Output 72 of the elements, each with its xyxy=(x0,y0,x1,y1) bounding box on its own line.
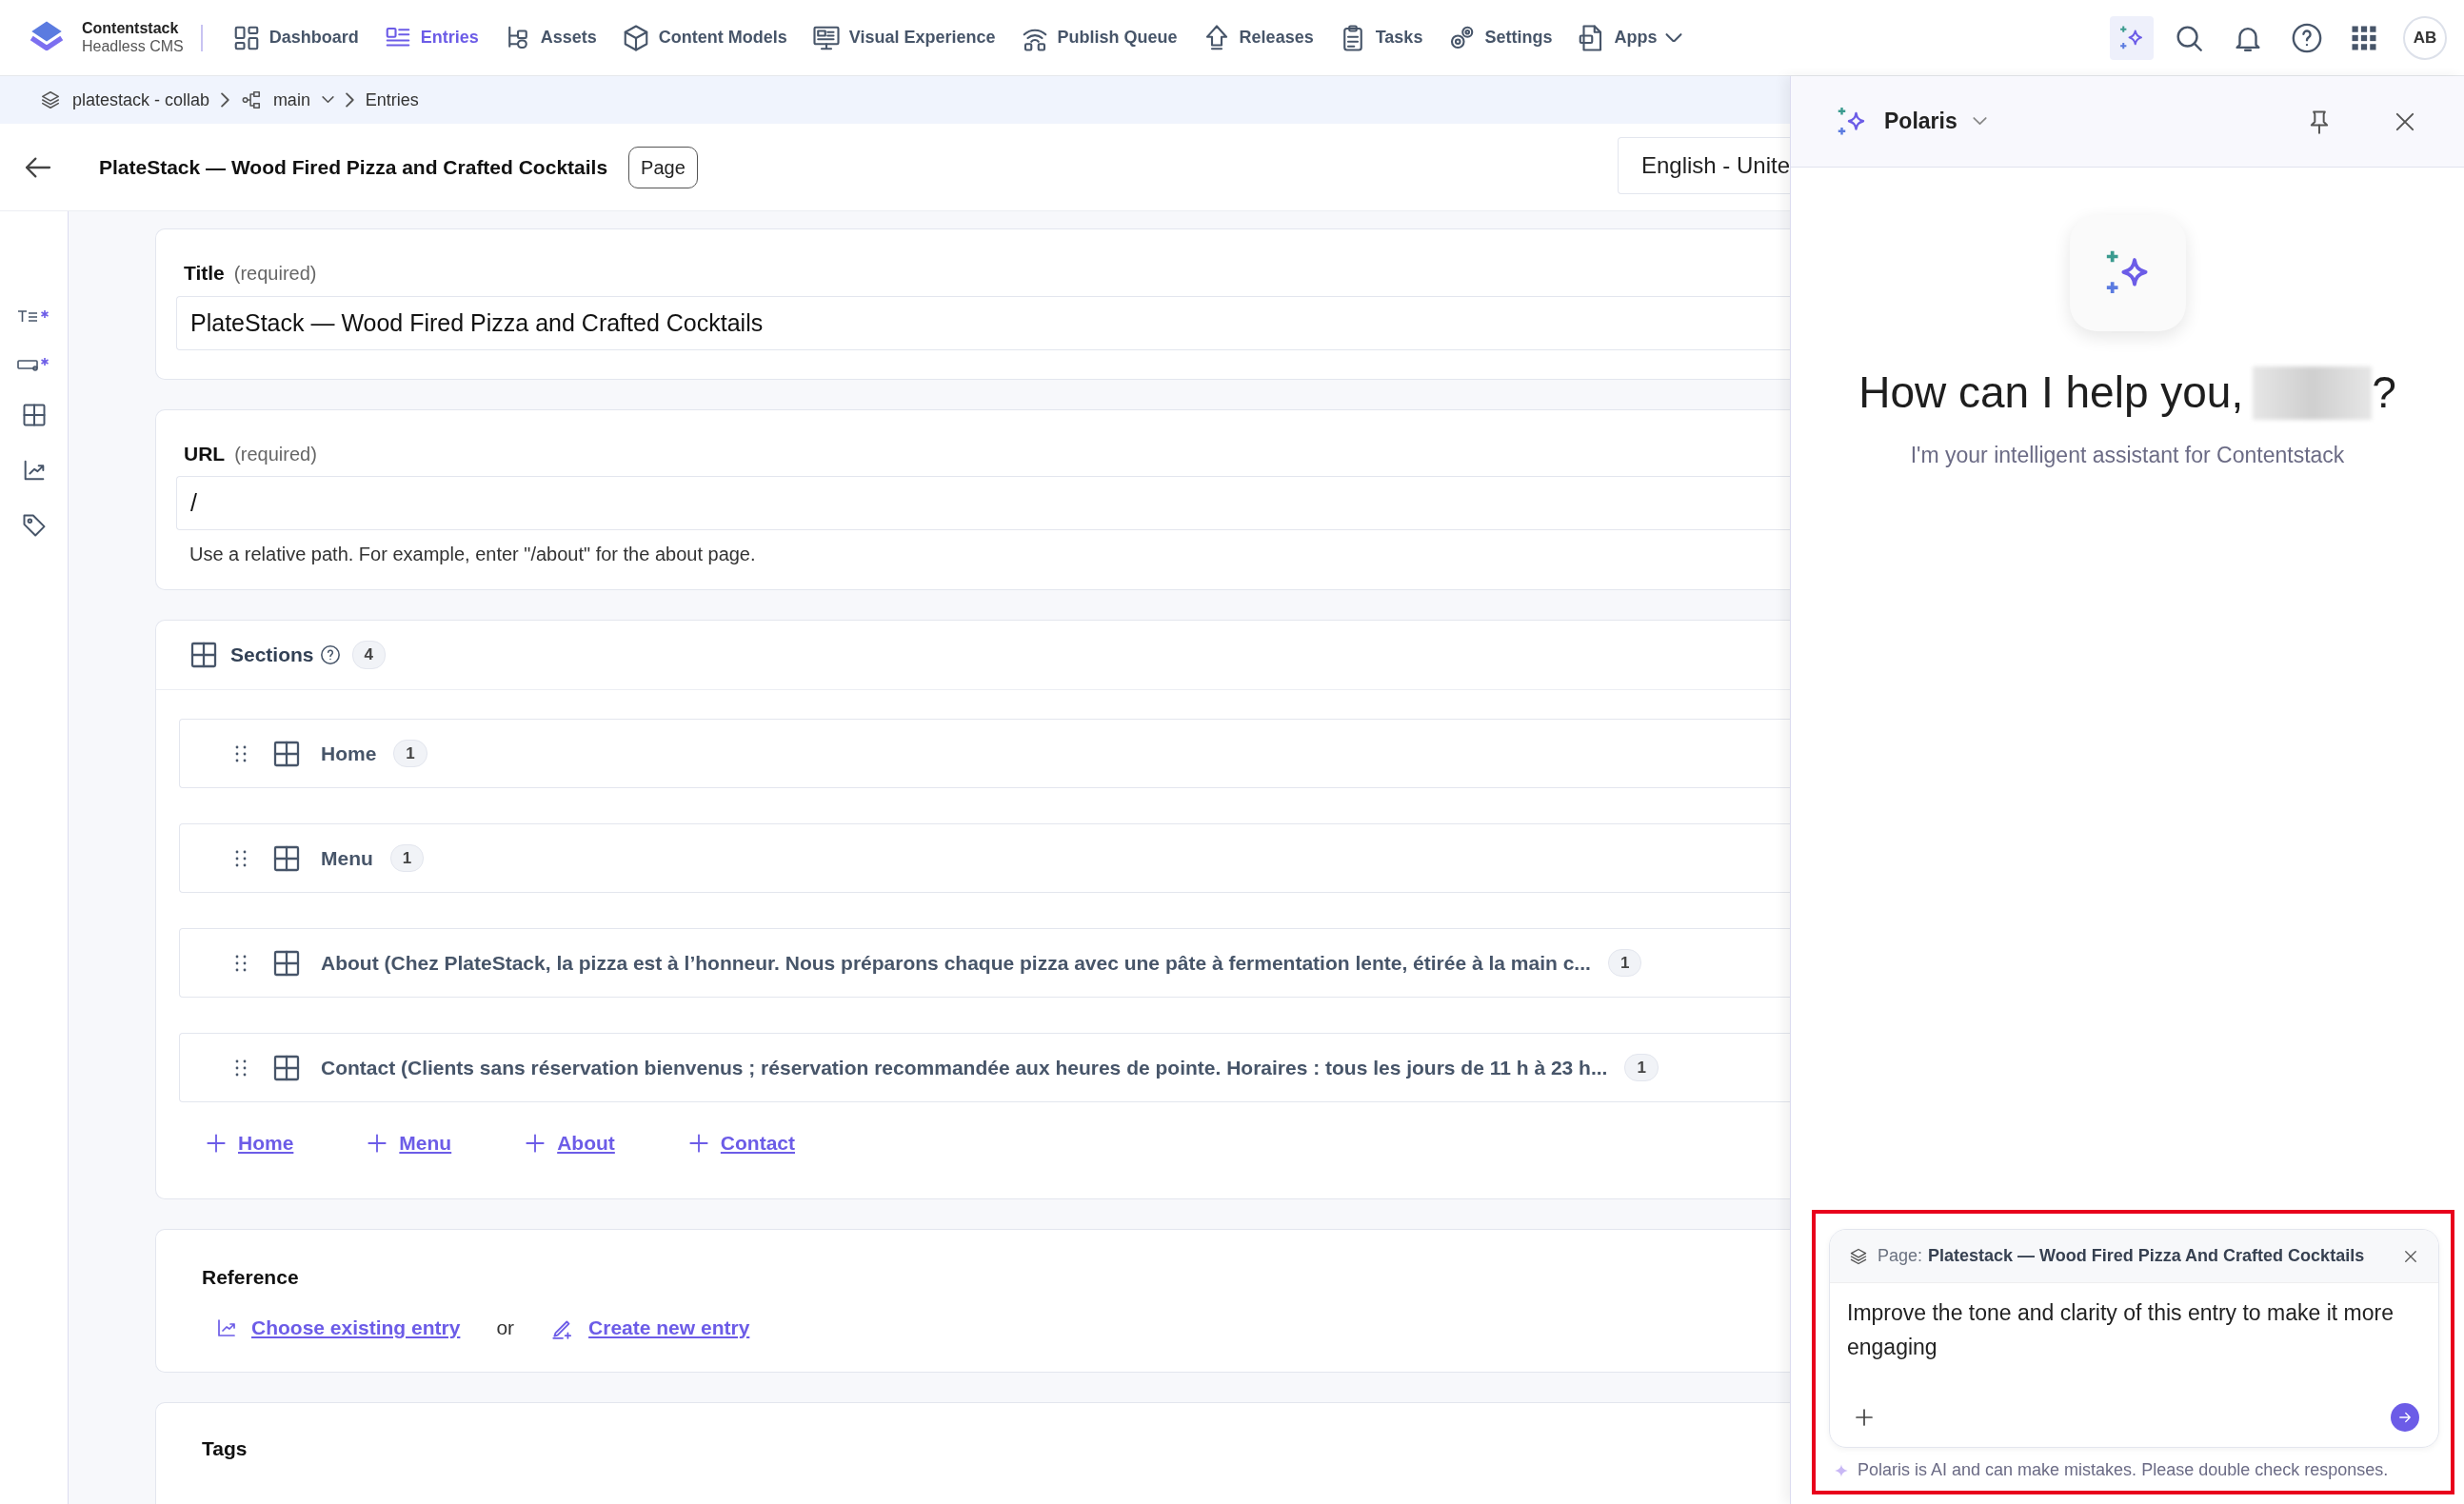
app-name: Contentstack xyxy=(82,20,180,38)
input-field[interactable]: / xyxy=(176,476,1790,530)
content-type-tag: Page xyxy=(628,146,698,188)
field-label: Tags xyxy=(202,1435,248,1461)
chevron-down-icon xyxy=(1665,32,1683,43)
required-note: (required) xyxy=(234,443,317,465)
breadcrumb-item[interactable]: platestack - collab xyxy=(72,87,210,113)
add-section-link[interactable]: About xyxy=(523,1128,615,1158)
assistant-button[interactable] xyxy=(2110,15,2154,60)
nav-tab[interactable]: Content Models xyxy=(608,15,800,60)
field-label: URL xyxy=(184,442,226,465)
nav-tab[interactable]: Entries xyxy=(370,15,491,60)
nav-tab[interactable]: Apps xyxy=(1564,15,1696,60)
count-badge: 1 xyxy=(1624,1053,1659,1082)
count-badge: 1 xyxy=(393,739,427,768)
nav-tab[interactable]: Assets xyxy=(490,15,609,60)
section-row[interactable]: Home 1 xyxy=(179,719,1790,788)
chevron-right-icon xyxy=(221,92,229,108)
chevron-down-icon xyxy=(1972,117,1987,126)
section-row[interactable]: About (Chez PlateStack, la pizza est à l’honneur. Nous préparons chaque pizza avec une pâte à fermentation lente, étirée à la main c... 1 xyxy=(179,928,1790,998)
plus-icon xyxy=(1853,1406,1876,1429)
help-text: Use a relative path. For example, enter "/about" for the about page. xyxy=(189,543,757,566)
breadcrumb-item[interactable]: Entries xyxy=(365,87,419,113)
section-label: Sections xyxy=(230,643,314,668)
nav-tab[interactable]: Tasks xyxy=(1325,15,1436,60)
create-entry-link[interactable]: Create new entry xyxy=(550,1313,750,1343)
nav-tab[interactable]: Releases xyxy=(1189,15,1326,60)
section-title: Contact (Clients sans réservation bienvenus ; réservation recommandée aux heures de pointe. Horaires : tous les jours de 11 h à 23 h... xyxy=(321,1055,1608,1080)
user-avatar[interactable]: AB xyxy=(2403,15,2447,60)
prompt-composer[interactable]: Page: Platestack — Wood Fired Pizza And Crafted Cocktails Improve the tone and clarity of this entry to make it more engaging xyxy=(1829,1229,2439,1448)
assistant-subtitle: I'm your intelligent assistant for Contentstack xyxy=(1909,442,2346,469)
app-subtitle: Headless CMS xyxy=(82,37,184,55)
field-label: Title xyxy=(184,262,225,284)
required-note: (required) xyxy=(233,263,317,284)
greeting-text: How can I help you, xyxy=(1858,366,2244,419)
count-badge: 1 xyxy=(1607,948,1642,978)
section-title: Menu xyxy=(321,845,373,871)
add-section-link[interactable]: Home xyxy=(204,1128,294,1158)
layers-icon xyxy=(40,89,61,110)
section-title: Home xyxy=(321,741,377,766)
add-section-link[interactable]: Contact xyxy=(686,1128,795,1158)
count-badge: 1 xyxy=(389,843,425,873)
section-row[interactable]: Menu 1 xyxy=(179,823,1790,893)
prompt-input[interactable]: Improve the tone and clarity of this entry to make it more engaging xyxy=(1830,1283,2438,1395)
layers-icon xyxy=(1849,1246,1868,1266)
add-section-link[interactable]: Menu xyxy=(365,1128,452,1158)
help-icon xyxy=(319,644,341,665)
context-name: Platestack — Wood Fired Pizza And Crafted Cocktails xyxy=(1928,1245,2365,1267)
send-button[interactable] xyxy=(2391,1403,2419,1432)
nav-tab[interactable]: Publish Queue xyxy=(1007,15,1190,60)
question-mark: ? xyxy=(2372,366,2396,419)
entry-title: PlateStack — Wood Fired Pizza and Crafted Cocktails xyxy=(99,154,608,180)
count-badge: 4 xyxy=(351,641,386,669)
nav-tab[interactable]: Visual Experience xyxy=(799,15,1008,60)
chevron-down-icon xyxy=(321,96,334,104)
grid-icon xyxy=(189,640,219,670)
context-prefix: Page: xyxy=(1878,1245,1923,1267)
disclaimer-text: Polaris is AI and can make mistakes. Please double check responses. xyxy=(1858,1459,2389,1481)
chevron-right-icon xyxy=(345,92,354,108)
nav-tab[interactable]: Settings xyxy=(1435,15,1565,60)
field-label: Reference xyxy=(202,1264,300,1290)
breadcrumb-item[interactable]: main xyxy=(272,87,310,113)
or-text: or xyxy=(496,1316,515,1340)
attach-button[interactable] xyxy=(1853,1406,1876,1429)
choose-entry-link[interactable]: Choose existing entry xyxy=(215,1313,461,1343)
section-row[interactable]: Contact (Clients sans réservation bienvenus ; réservation recommandée aux heures de pointe. Horaires : tous les jours de 11 h à 23 h... 1 xyxy=(179,1033,1790,1102)
panel-title: Polaris xyxy=(1884,108,1957,136)
nav-tab[interactable]: Dashboard xyxy=(219,15,371,60)
section-title: About (Chez PlateStack, la pizza est à l’honneur. Nous préparons chaque pizza avec une pâte à fermentation lente, étirée à la main c... xyxy=(321,950,1591,976)
branch-icon xyxy=(240,89,262,110)
help-icon xyxy=(2291,21,2323,54)
input-field[interactable]: PlateStack — Wood Fired Pizza and Crafted Cocktails xyxy=(176,295,1790,350)
